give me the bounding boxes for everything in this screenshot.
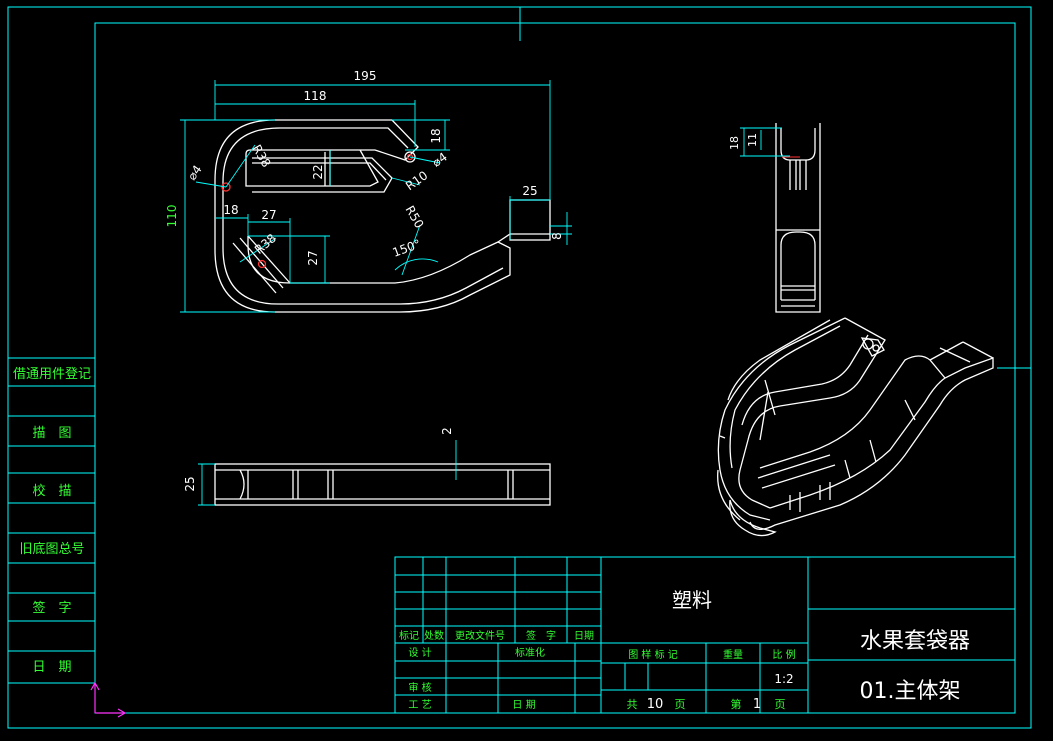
dim-inner-width: 118 bbox=[304, 89, 327, 103]
side-label-old-no: 旧底图总号 bbox=[19, 541, 84, 557]
bottom-view: 25 2 bbox=[183, 427, 551, 506]
hdr-mark: 标记 bbox=[399, 630, 419, 642]
part-name: 01.主体架 bbox=[860, 679, 961, 704]
scale-value: 1:2 bbox=[774, 672, 793, 686]
dim-side-outer: 18 bbox=[728, 136, 741, 150]
product-name: 水果套袋器 bbox=[860, 629, 970, 654]
hdr-process: 工 艺 bbox=[408, 699, 431, 711]
hdr-design: 设 计 bbox=[408, 646, 431, 659]
dim-height: 110 bbox=[165, 205, 179, 228]
dim-side-inner: 11 bbox=[746, 133, 759, 147]
sheet-no: 1 bbox=[753, 697, 761, 712]
dim-corner-radius: R38 bbox=[252, 231, 279, 257]
hdr-change-doc: 更改文件号 bbox=[455, 629, 505, 642]
dim-radius-bend: R50 bbox=[402, 203, 426, 230]
hdr-page-1: 页 bbox=[675, 698, 686, 711]
hdr-scale: 比 例 bbox=[772, 648, 795, 661]
dim-hole-right: ⌀4 bbox=[430, 150, 450, 170]
cad-drawing-canvas: 借通用件登记 描 图 校 描 旧底图总号 签 字 日 期 195 118 110… bbox=[7, 6, 1032, 729]
material: 塑料 bbox=[672, 588, 712, 612]
side-label-trace: 描 图 bbox=[32, 426, 71, 441]
dim-bottom-thickness: 2 bbox=[440, 427, 454, 435]
hdr-standardize: 标准化 bbox=[515, 646, 545, 659]
dim-angle: 150° bbox=[391, 237, 423, 260]
dim-overall-width: 195 bbox=[354, 69, 377, 83]
side-label-check: 校 描 bbox=[32, 483, 71, 499]
dim-corner-height: 27 bbox=[306, 250, 320, 265]
hdr-review: 审 核 bbox=[408, 681, 431, 694]
hdr-count: 处数 bbox=[424, 629, 444, 642]
front-view-dimensions bbox=[180, 80, 572, 313]
ucs-icon bbox=[90, 681, 127, 718]
dim-left-offset: 18 bbox=[223, 203, 238, 217]
dim-bottom-width: 25 bbox=[183, 476, 197, 491]
hdr-date: 日期 bbox=[574, 630, 594, 642]
hdr-total: 共 bbox=[627, 698, 638, 711]
hdr-date2: 日 期 bbox=[512, 699, 535, 711]
hdr-signature: 签 字 bbox=[526, 629, 556, 642]
hdr-stage-mark: 图 样 标 记 bbox=[628, 648, 678, 661]
side-label-date: 日 期 bbox=[32, 660, 71, 675]
side-label-sign: 签 字 bbox=[32, 600, 71, 616]
total-sheets: 10 bbox=[647, 697, 664, 712]
isometric-view bbox=[717, 317, 994, 537]
dim-corner-width: 27 bbox=[261, 208, 276, 222]
title-block: 标记 处数 更改文件号 签 字 日期 设 计 标准化 审 核 工 艺 日 期 塑… bbox=[394, 556, 1016, 714]
dim-top-slot: 18 bbox=[429, 128, 443, 143]
dim-radius-inner: R10 bbox=[403, 168, 430, 193]
side-view: 18 11 bbox=[728, 123, 821, 313]
dim-slot-height: 22 bbox=[311, 164, 325, 179]
side-panel: 借通用件登记 描 图 校 描 旧底图总号 签 字 日 期 bbox=[7, 357, 96, 684]
dim-tail-length: 25 bbox=[522, 184, 537, 198]
hdr-sheet-prefix: 第 bbox=[731, 697, 742, 711]
dim-hole-left: ⌀4 bbox=[185, 163, 205, 183]
drawing-frame bbox=[7, 6, 1032, 729]
dim-radius-outer: R38 bbox=[249, 142, 273, 169]
side-label-register: 借通用件登记 bbox=[13, 367, 91, 382]
front-view: 195 118 110 18 ⌀4 ⌀4 R38 22 R10 25 8 R50… bbox=[165, 69, 572, 313]
hdr-page-2: 页 bbox=[775, 698, 786, 711]
dim-tail-height: 8 bbox=[550, 232, 564, 240]
hdr-weight: 重量 bbox=[723, 648, 743, 661]
